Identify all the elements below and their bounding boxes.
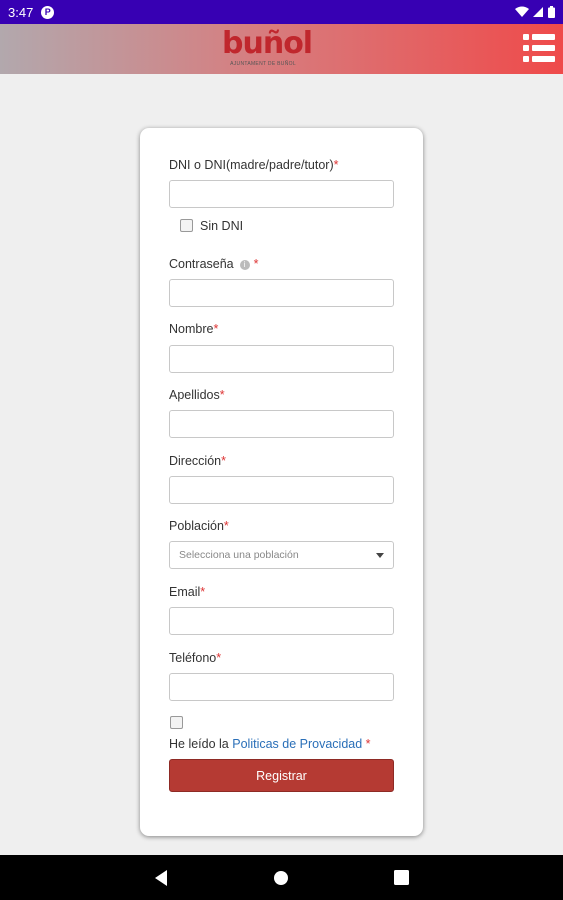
dni-input[interactable] [169, 180, 394, 208]
dropdown-arrow-icon [376, 552, 384, 558]
registrar-button[interactable]: Registrar [169, 759, 394, 792]
required-mark: * [221, 454, 226, 468]
status-time: 3:47 [8, 4, 34, 20]
logo-subtitle: AJUNTAMENT DE BUÑOL [230, 61, 296, 67]
logo-text: buñol [222, 26, 313, 61]
nombre-label: Nombre* [169, 322, 219, 336]
buñol-logo[interactable]: buñol AJUNTAMENT DE BUÑOL [222, 26, 313, 71]
sin-dni-checkbox[interactable] [180, 219, 193, 232]
poblacion-selected-value: Selecciona una población [179, 549, 299, 561]
app-header: buñol AJUNTAMENT DE BUÑOL [0, 24, 563, 74]
required-mark: * [213, 322, 219, 336]
required-mark: * [219, 388, 225, 402]
poblacion-label: Población* [169, 519, 229, 533]
required-mark: * [216, 651, 222, 665]
required-mark: * [333, 158, 339, 172]
required-mark: * [200, 585, 206, 599]
home-icon[interactable] [273, 870, 289, 886]
status-icons [515, 6, 555, 18]
recent-apps-icon[interactable] [394, 870, 409, 885]
apellidos-label: Apellidos* [169, 388, 225, 402]
poblacion-select[interactable]: Selecciona una población [169, 541, 394, 569]
registration-form: DNI o DNI(madre/padre/tutor)* Sin DNI Co… [140, 128, 423, 836]
telefono-label: Teléfono* [169, 651, 222, 665]
required-mark: * [253, 257, 259, 271]
required-mark: * [365, 737, 371, 751]
menu-icon[interactable] [523, 32, 555, 64]
notification-icon: P [41, 5, 55, 19]
password-input[interactable] [169, 279, 394, 307]
wifi-icon [515, 6, 529, 17]
apellidos-input[interactable] [169, 410, 394, 438]
privacy-checkbox[interactable] [170, 716, 183, 729]
privacy-policy-link[interactable]: Politicas de Provacidad [232, 737, 362, 751]
direccion-input[interactable] [169, 476, 394, 504]
email-input[interactable] [169, 607, 394, 635]
nombre-input[interactable] [169, 345, 394, 373]
battery-icon [548, 6, 555, 18]
required-mark: * [223, 519, 229, 533]
password-label: Contraseña i * [169, 257, 259, 271]
info-icon[interactable]: i [239, 259, 250, 270]
email-label: Email* [169, 585, 206, 599]
privacy-statement: He leído la Politicas de Provacidad * [169, 737, 371, 751]
telefono-input[interactable] [169, 673, 394, 701]
direccion-label: Dirección* [169, 454, 226, 468]
back-icon[interactable] [153, 869, 169, 887]
signal-icon [533, 7, 543, 17]
sin-dni-label[interactable]: Sin DNI [200, 219, 243, 233]
status-bar: 3:47 P [0, 0, 563, 24]
navigation-bar [0, 855, 563, 900]
dni-label: DNI o DNI(madre/padre/tutor)* [169, 158, 339, 172]
